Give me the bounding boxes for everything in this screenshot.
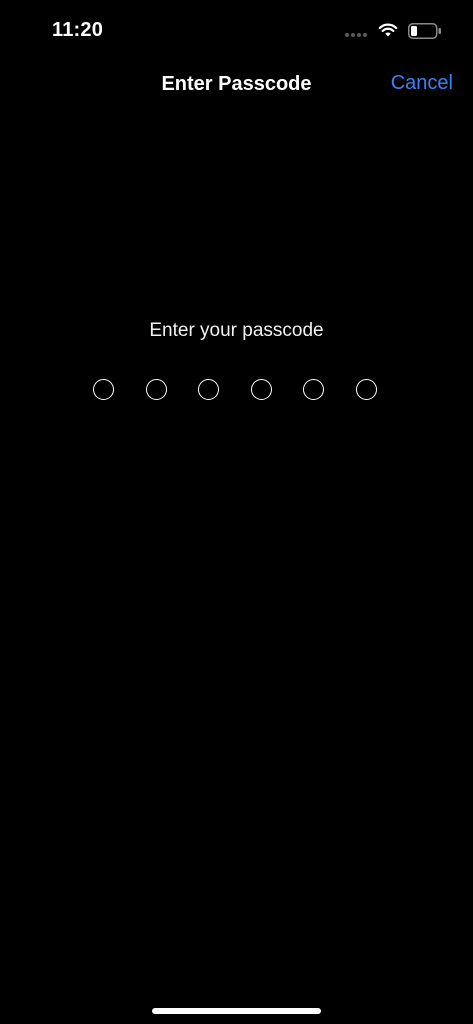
- passcode-dot: [250, 379, 272, 400]
- battery-icon: [408, 23, 441, 39]
- status-time: 11:20: [52, 19, 104, 41]
- home-indicator[interactable]: [152, 1008, 321, 1014]
- wifi-icon: [378, 23, 398, 37]
- passcode-dots[interactable]: [93, 379, 383, 403]
- signal-dots-icon: [345, 33, 371, 39]
- passcode-dot: [355, 379, 377, 400]
- cancel-button[interactable]: Cancel: [391, 72, 453, 95]
- passcode-prompt: Enter your passcode: [149, 320, 324, 341]
- status-bar: 11:20: [0, 0, 473, 60]
- passcode-dot: [93, 379, 114, 400]
- passcode-dot: [303, 379, 324, 400]
- passcode-dot: [145, 379, 167, 400]
- passcode-dot: [198, 379, 219, 400]
- nav-bar: Enter Passcode Cancel: [0, 60, 473, 108]
